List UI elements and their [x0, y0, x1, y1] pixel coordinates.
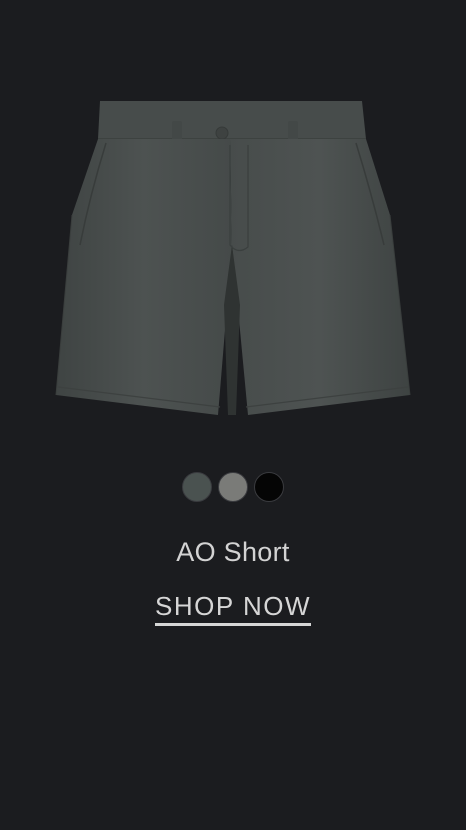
swatch-slate-green[interactable] [182, 472, 212, 502]
swatch-black[interactable] [254, 472, 284, 502]
product-card[interactable]: AO Short SHOP NOW [0, 0, 466, 830]
product-name: AO Short [176, 537, 290, 567]
shop-now-container: SHOP NOW [0, 590, 466, 626]
color-swatches [0, 472, 466, 506]
swatch-gray[interactable] [218, 472, 248, 502]
shorts-product-image [55, 101, 411, 415]
shop-now-link[interactable]: SHOP NOW [155, 590, 311, 626]
product-image[interactable] [50, 95, 416, 430]
